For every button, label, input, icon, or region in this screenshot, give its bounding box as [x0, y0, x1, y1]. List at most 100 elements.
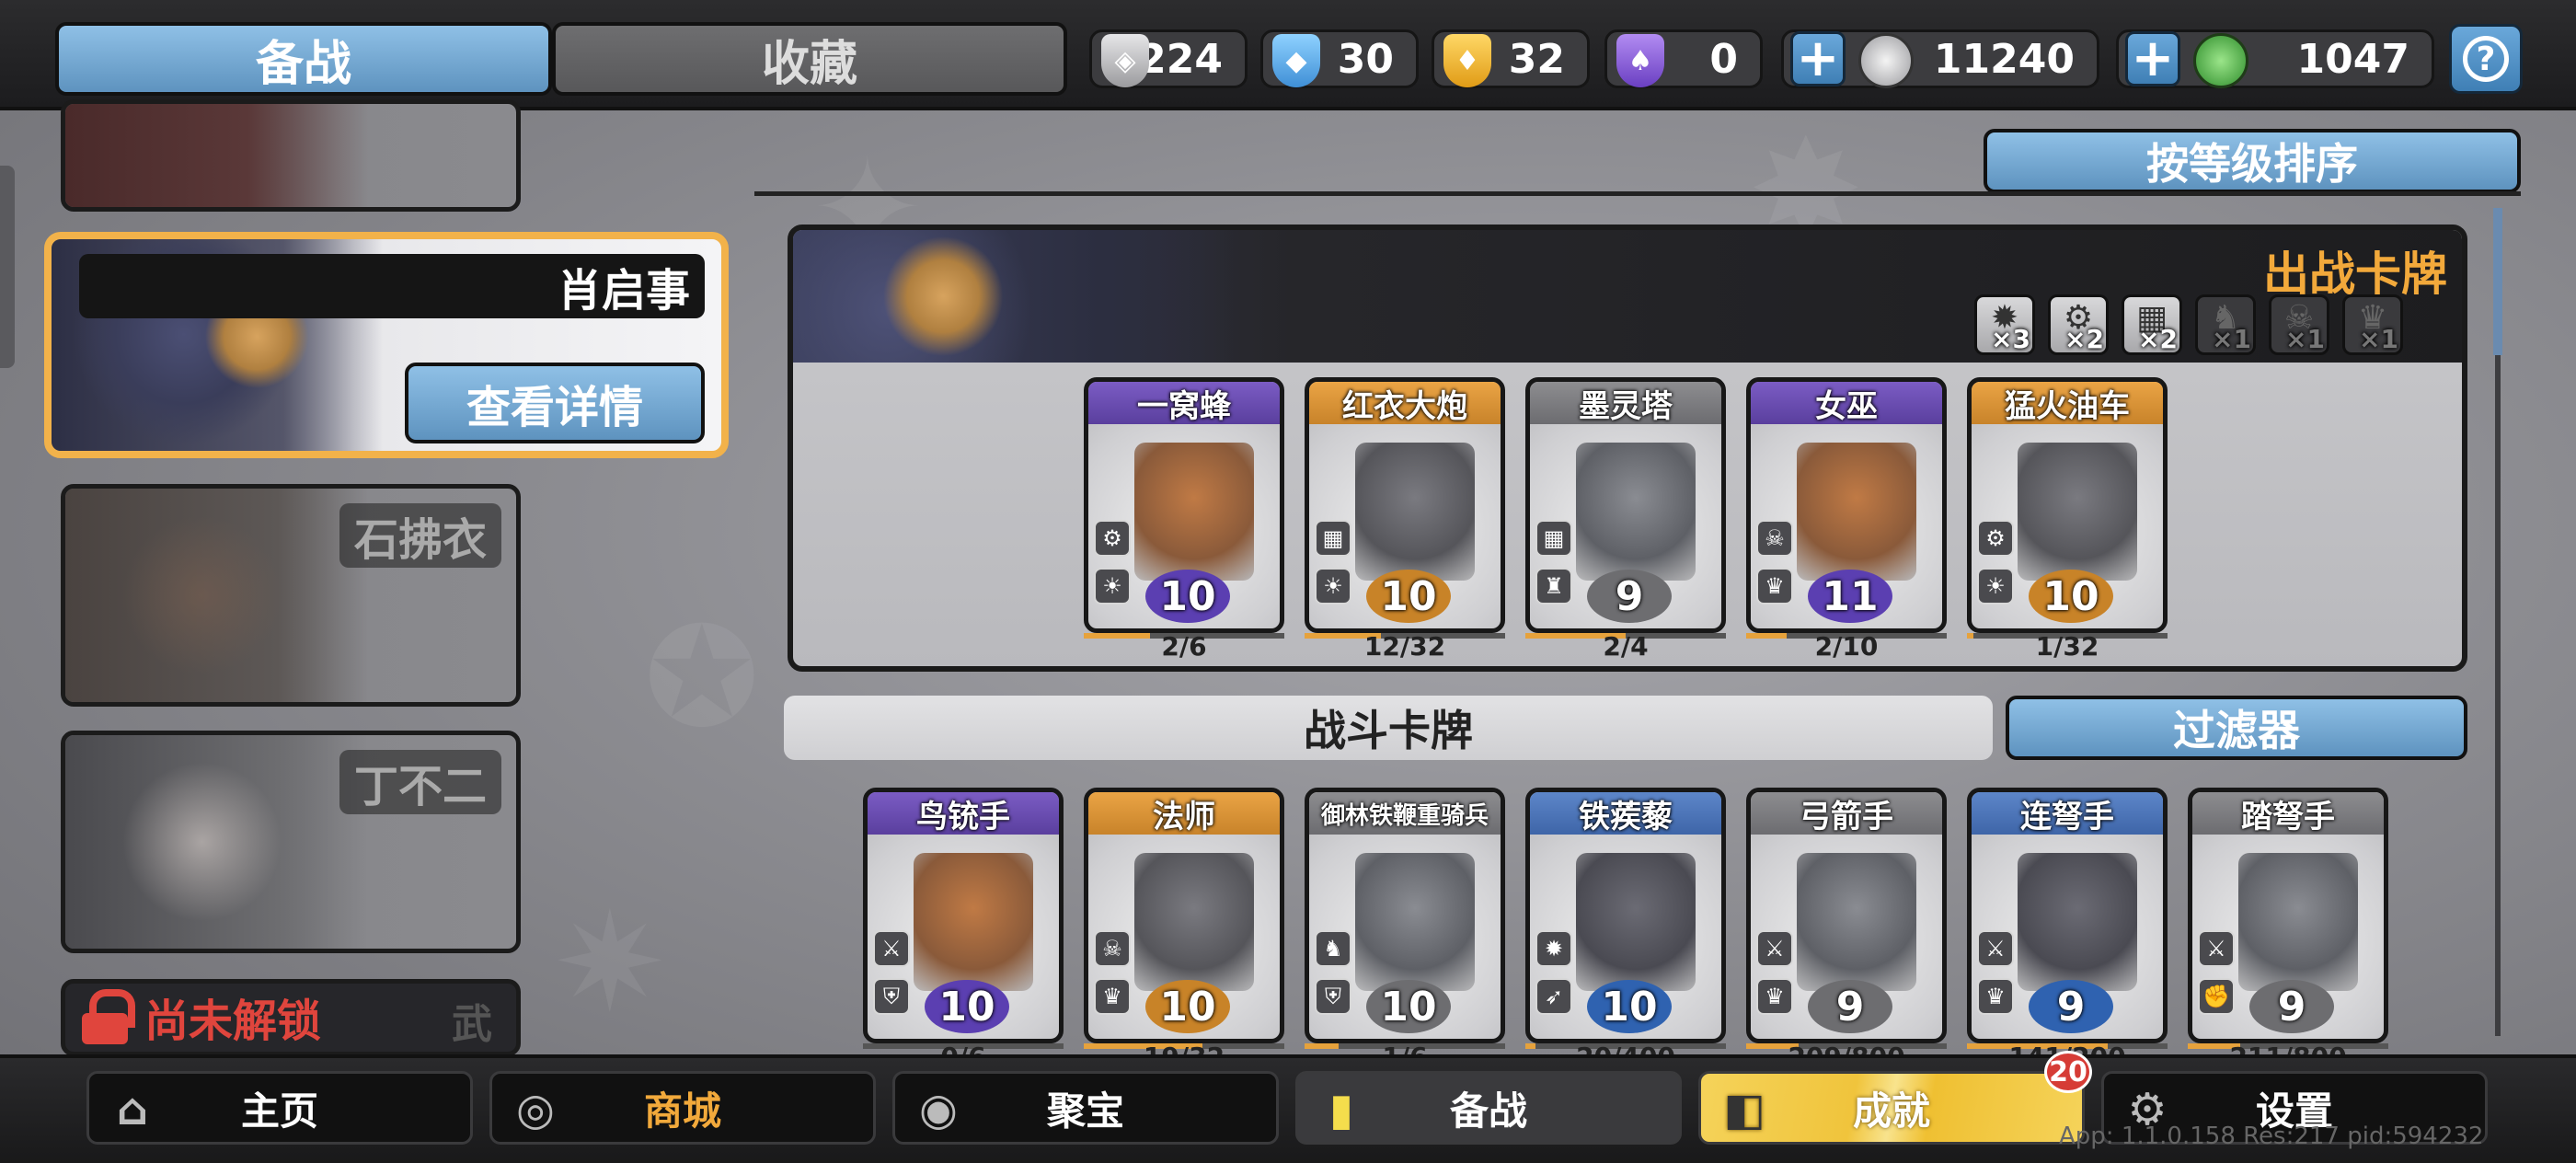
resource-gold-shield: ♦ 32 — [1432, 29, 1590, 88]
add-jade-coins-button[interactable]: + — [2125, 31, 2180, 86]
locked-text: 尚未解锁 — [144, 996, 322, 1047]
trait-icon: ♛ — [1094, 978, 1131, 1015]
progress-text: 12/32 — [1363, 631, 1446, 662]
unit-level: 11 — [1808, 570, 1892, 623]
help-button[interactable]: ? — [2449, 24, 2523, 94]
left-scroll-edge — [0, 166, 15, 368]
nav-label: 商城 — [643, 1088, 721, 1134]
trait-icon: ☠ — [1094, 930, 1131, 967]
jade-coin-icon — [2193, 33, 2248, 88]
unit-card[interactable]: 铁蒺藜 ✹ ➶ 10 — [1525, 788, 1726, 1043]
trait-icon: ⛨ — [873, 978, 910, 1015]
trait-icon: ➶ — [1535, 978, 1572, 1015]
skill-multiplier: ×1 — [2285, 324, 2325, 354]
resource-value: 224 — [1138, 35, 1223, 83]
nav-label: 聚宝 — [1046, 1088, 1124, 1134]
question-icon: ? — [2463, 36, 2509, 82]
unit-progress: 12/32 — [1305, 631, 1505, 662]
unit-art — [914, 853, 1033, 991]
unit-name: 连弩手 — [1972, 792, 2163, 835]
shop-coins-icon: ◎ — [516, 1084, 555, 1135]
achievement-icon: ◧ — [1723, 1084, 1765, 1135]
deck-character-portrait — [793, 230, 1235, 363]
unit-level: 9 — [2249, 980, 2334, 1033]
nav-label: 成就 — [1852, 1088, 1930, 1134]
unit-card[interactable]: 踏弩手 ⚔ ✊ 9 — [2188, 788, 2388, 1043]
progress-text: 1/32 — [2035, 631, 2099, 662]
character-name: 石拂衣 — [339, 503, 501, 568]
unit-card[interactable]: 墨灵塔 ▦ ♜ 9 — [1525, 377, 1726, 633]
unit-progress: 2/6 — [1084, 631, 1284, 662]
unit-name: 法师 — [1088, 792, 1280, 835]
battle-cards-title: 战斗卡牌 — [784, 696, 1993, 760]
unit-name: 弓箭手 — [1751, 792, 1942, 835]
sort-by-level-button[interactable]: 按等级排序 — [1984, 129, 2521, 193]
add-silver-coins-button[interactable]: + — [1790, 31, 1846, 86]
unit-art — [2238, 853, 2358, 991]
unit-name: 红衣大炮 — [1309, 382, 1501, 425]
unit-card[interactable]: 弓箭手 ⚔ ♛ 9 — [1746, 788, 1947, 1043]
unit-level: 9 — [2029, 980, 2113, 1033]
deck-header: 出战卡牌 ✹ ×3 ⚙ ×2 ▦ ×2 ♞ ×1 ☠ ×1 ♛ ×1 — [793, 230, 2462, 363]
character-card-partial[interactable] — [61, 99, 521, 212]
character-card-selected[interactable]: 肖启事 查看详情 — [44, 232, 729, 458]
skill-chip[interactable]: ▦ ×2 — [2122, 294, 2182, 355]
skill-chip[interactable]: ☠ ×1 — [2269, 294, 2329, 355]
unit-card[interactable]: 猛火油车 ⚙ ☀ 10 — [1967, 377, 2168, 633]
filter-button[interactable]: 过滤器 — [2006, 696, 2467, 760]
tab-collection[interactable]: 收藏 — [552, 22, 1067, 96]
unit-card[interactable]: 女巫 ☠ ♛ 11 — [1746, 377, 1947, 633]
character-name: 武 — [452, 1001, 492, 1048]
skill-multiplier: ×1 — [2359, 324, 2398, 354]
lock-icon — [80, 989, 135, 1044]
trait-icon: ⚔ — [1756, 930, 1793, 967]
skill-chip[interactable]: ♞ ×1 — [2195, 294, 2256, 355]
view-details-button[interactable]: 查看详情 — [405, 363, 705, 443]
unit-art — [1576, 443, 1696, 581]
unit-name: 踏弩手 — [2192, 792, 2384, 835]
skill-multiplier: ×2 — [2138, 324, 2178, 354]
resource-value: 32 — [1508, 35, 1565, 83]
trait-icon: ✹ — [1535, 930, 1572, 967]
right-scrollbar-thumb[interactable] — [2493, 208, 2502, 355]
unit-card[interactable]: 一窝蜂 ⚙ ☀ 10 — [1084, 377, 1284, 633]
nav-label: 主页 — [240, 1088, 318, 1134]
nav-shop[interactable]: ◎ 商城 — [489, 1071, 876, 1145]
nav-home[interactable]: ⌂ 主页 — [86, 1071, 473, 1145]
unit-art — [1355, 443, 1475, 581]
unit-art — [1797, 853, 1916, 991]
resource-blue-shield: ◆ 30 — [1260, 29, 1419, 88]
nav-achievements[interactable]: ◧ 成就 — [1698, 1071, 2085, 1145]
unit-card[interactable]: 红衣大炮 ▦ ☀ 10 — [1305, 377, 1505, 633]
skill-chip[interactable]: ♛ ×1 — [2342, 294, 2403, 355]
unit-level: 10 — [2029, 570, 2113, 623]
resource-value: 1047 — [2296, 35, 2409, 83]
unit-card[interactable]: 鸟铳手 ⚔ ⛨ 10 — [863, 788, 1064, 1043]
unit-level: 10 — [1145, 980, 1230, 1033]
character-card[interactable]: 丁不二 — [61, 731, 521, 953]
resource-purple-shield: ♠ 0 — [1604, 29, 1763, 88]
unit-level: 10 — [1366, 980, 1451, 1033]
progress-text: 2/4 — [1603, 631, 1649, 662]
skill-chip[interactable]: ⚙ ×2 — [2048, 294, 2109, 355]
unit-card[interactable]: 御林铁鞭重骑兵 ♞ ⛨ 10 — [1305, 788, 1505, 1043]
unit-name: 女巫 — [1751, 382, 1942, 425]
nav-prepare[interactable]: ▮ 备战 — [1295, 1071, 1682, 1145]
trait-icon: ✊ — [2198, 978, 2235, 1015]
progress-text: 2/6 — [1161, 631, 1207, 662]
character-card[interactable]: 石拂衣 — [61, 484, 521, 707]
nav-label: 备战 — [1449, 1088, 1527, 1134]
nav-treasure[interactable]: ◉ 聚宝 — [892, 1071, 1279, 1145]
treasure-icon: ◉ — [919, 1084, 958, 1135]
tab-prepare[interactable]: 备战 — [55, 22, 552, 96]
character-name: 肖启事 — [79, 254, 705, 318]
skill-chip[interactable]: ✹ ×3 — [1974, 294, 2035, 355]
unit-card[interactable]: 法师 ☠ ♛ 10 — [1084, 788, 1284, 1043]
silver-coin-icon — [1858, 33, 1914, 88]
gold-shield-icon: ♦ — [1443, 34, 1491, 87]
unit-card[interactable]: 连弩手 ⚔ ♛ 9 — [1967, 788, 2168, 1043]
unit-progress: 2/4 — [1525, 631, 1726, 662]
unit-name: 猛火油车 — [1972, 382, 2163, 425]
character-card-locked[interactable]: 尚未解锁 武 — [61, 979, 521, 1056]
character-portrait — [65, 104, 369, 207]
